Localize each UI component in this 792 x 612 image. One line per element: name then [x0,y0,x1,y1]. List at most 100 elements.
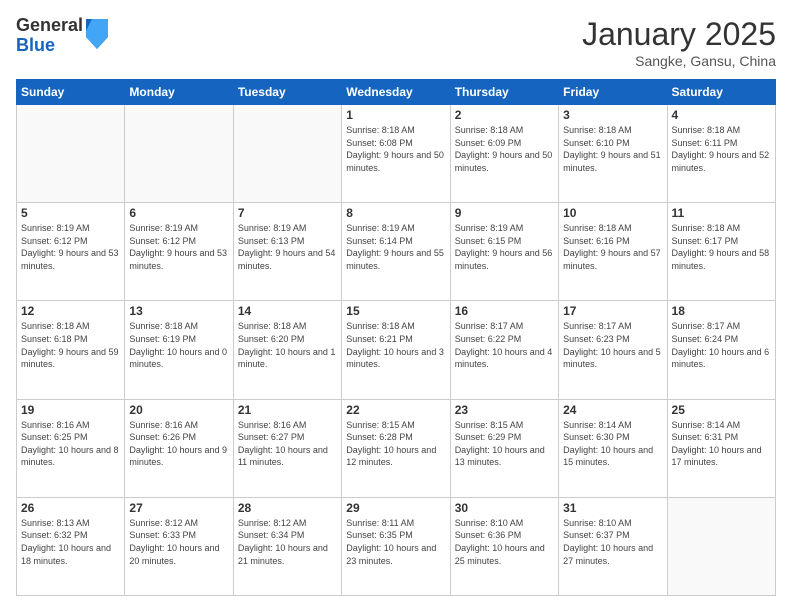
table-row: 6Sunrise: 8:19 AM Sunset: 6:12 PM Daylig… [125,203,233,301]
day-number: 15 [346,304,445,318]
table-row: 17 Sunrise: 8:17 AM Sunset: 6:23 PM Dayli… [559,301,667,399]
table-row: 3 Sunrise: 8:18 AM Sunset: 6:10 PM Daylig… [559,105,667,203]
day-number: 28 [238,501,337,515]
table-row [667,497,775,595]
table-row: 10Sunrise: 8:18 AM Sunset: 6:16 PM Dayli… [559,203,667,301]
table-row: 30Sunrise: 8:10 AM Sunset: 6:36 PM Dayli… [450,497,558,595]
day-number: 1 [346,108,445,122]
day-number: 11 [672,206,771,220]
table-row [17,105,125,203]
day-info: Sunrise: 8:13 AM Sunset: 6:32 PM Dayligh… [21,517,120,567]
day-info: Sunrise: 8:12 AM Sunset: 6:34 PM Dayligh… [238,517,337,567]
table-row: 22 Sunrise: 8:15 AM Sunset: 6:28 PM Dayli… [342,399,450,497]
header-thursday: Thursday [450,80,558,105]
day-info: Sunrise: 8:16 AM Sunset: 6:25 PM Dayligh… [21,419,120,469]
day-number: 10 [563,206,662,220]
day-info: Sunrise: 8:19 AM Sunset: 6:14 PM Dayligh… [346,222,445,272]
month-title: January 2025 [582,16,776,53]
day-info: Sunrise: 8:15 AM Sunset: 6:28 PM Dayligh… [346,419,445,469]
day-info: Sunrise: 8:10 AM Sunset: 6:36 PM Dayligh… [455,517,554,567]
table-row: 18 Sunrise: 8:17 AM Sunset: 6:24 PM Dayli… [667,301,775,399]
day-info: Sunrise: 8:11 AM Sunset: 6:35 PM Dayligh… [346,517,445,567]
day-info: Sunrise: 8:19 AM Sunset: 6:12 PM Dayligh… [129,222,228,272]
day-number: 17 [563,304,662,318]
day-number: 7 [238,206,337,220]
day-info: Sunrise: 8:18 AM Sunset: 6:18 PM Dayligh… [21,320,120,370]
table-row: 15 Sunrise: 8:18 AM Sunset: 6:21 PM Dayli… [342,301,450,399]
header-wednesday: Wednesday [342,80,450,105]
day-info: Sunrise: 8:18 AM Sunset: 6:21 PM Dayligh… [346,320,445,370]
day-number: 21 [238,403,337,417]
table-row: 14Sunrise: 8:18 AM Sunset: 6:20 PM Dayli… [233,301,341,399]
day-number: 12 [21,304,120,318]
day-info: Sunrise: 8:17 AM Sunset: 6:24 PM Dayligh… [672,320,771,370]
day-info: Sunrise: 8:17 AM Sunset: 6:23 PM Dayligh… [563,320,662,370]
table-row [233,105,341,203]
table-row: 9Sunrise: 8:19 AM Sunset: 6:15 PM Daylig… [450,203,558,301]
day-number: 26 [21,501,120,515]
calendar-week-row: 1Sunrise: 8:18 AM Sunset: 6:08 PM Daylig… [17,105,776,203]
day-info: Sunrise: 8:17 AM Sunset: 6:22 PM Dayligh… [455,320,554,370]
calendar-week-row: 19 Sunrise: 8:16 AM Sunset: 6:25 PM Dayli… [17,399,776,497]
table-row [125,105,233,203]
table-row: 29 Sunrise: 8:11 AM Sunset: 6:35 PM Dayli… [342,497,450,595]
day-number: 27 [129,501,228,515]
header: General Blue January 2025 Sangke, Gansu,… [16,16,776,69]
day-number: 18 [672,304,771,318]
logo-general: General [16,16,83,36]
table-row: 23 Sunrise: 8:15 AM Sunset: 6:29 PM Dayli… [450,399,558,497]
table-row: 13Sunrise: 8:18 AM Sunset: 6:19 PM Dayli… [125,301,233,399]
table-row: 20 Sunrise: 8:16 AM Sunset: 6:26 PM Dayli… [125,399,233,497]
logo-text: General Blue [16,16,83,56]
table-row: 7 Sunrise: 8:19 AM Sunset: 6:13 PM Daylig… [233,203,341,301]
logo-icon [86,19,108,54]
day-info: Sunrise: 8:14 AM Sunset: 6:31 PM Dayligh… [672,419,771,469]
day-number: 2 [455,108,554,122]
day-number: 9 [455,206,554,220]
calendar-header-row: Sunday Monday Tuesday Wednesday Thursday… [17,80,776,105]
day-info: Sunrise: 8:10 AM Sunset: 6:37 PM Dayligh… [563,517,662,567]
day-info: Sunrise: 8:18 AM Sunset: 6:11 PM Dayligh… [672,124,771,174]
day-number: 4 [672,108,771,122]
calendar-week-row: 12 Sunrise: 8:18 AM Sunset: 6:18 PM Dayli… [17,301,776,399]
day-number: 14 [238,304,337,318]
logo-blue: Blue [16,36,83,56]
header-saturday: Saturday [667,80,775,105]
header-sunday: Sunday [17,80,125,105]
table-row: 16 Sunrise: 8:17 AM Sunset: 6:22 PM Dayli… [450,301,558,399]
day-number: 5 [21,206,120,220]
day-number: 29 [346,501,445,515]
table-row: 2Sunrise: 8:18 AM Sunset: 6:09 PM Daylig… [450,105,558,203]
day-number: 3 [563,108,662,122]
day-info: Sunrise: 8:14 AM Sunset: 6:30 PM Dayligh… [563,419,662,469]
day-number: 19 [21,403,120,417]
day-number: 20 [129,403,228,417]
header-friday: Friday [559,80,667,105]
day-info: Sunrise: 8:19 AM Sunset: 6:13 PM Dayligh… [238,222,337,272]
table-row: 31Sunrise: 8:10 AM Sunset: 6:37 PM Dayli… [559,497,667,595]
day-number: 23 [455,403,554,417]
table-row: 1Sunrise: 8:18 AM Sunset: 6:08 PM Daylig… [342,105,450,203]
table-row: 27 Sunrise: 8:12 AM Sunset: 6:33 PM Dayli… [125,497,233,595]
table-row: 19 Sunrise: 8:16 AM Sunset: 6:25 PM Dayli… [17,399,125,497]
logo: General Blue [16,16,108,56]
title-block: January 2025 Sangke, Gansu, China [582,16,776,69]
day-info: Sunrise: 8:12 AM Sunset: 6:33 PM Dayligh… [129,517,228,567]
day-info: Sunrise: 8:15 AM Sunset: 6:29 PM Dayligh… [455,419,554,469]
day-info: Sunrise: 8:16 AM Sunset: 6:26 PM Dayligh… [129,419,228,469]
page: General Blue January 2025 Sangke, Gansu,… [0,0,792,612]
table-row: 25 Sunrise: 8:14 AM Sunset: 6:31 PM Dayli… [667,399,775,497]
day-number: 8 [346,206,445,220]
day-number: 22 [346,403,445,417]
day-info: Sunrise: 8:18 AM Sunset: 6:10 PM Dayligh… [563,124,662,174]
day-info: Sunrise: 8:19 AM Sunset: 6:12 PM Dayligh… [21,222,120,272]
table-row: 12 Sunrise: 8:18 AM Sunset: 6:18 PM Dayli… [17,301,125,399]
table-row: 28 Sunrise: 8:12 AM Sunset: 6:34 PM Dayli… [233,497,341,595]
day-number: 25 [672,403,771,417]
table-row: 11Sunrise: 8:18 AM Sunset: 6:17 PM Dayli… [667,203,775,301]
table-row: 24 Sunrise: 8:14 AM Sunset: 6:30 PM Dayli… [559,399,667,497]
calendar-table: Sunday Monday Tuesday Wednesday Thursday… [16,79,776,596]
table-row: 4 Sunrise: 8:18 AM Sunset: 6:11 PM Daylig… [667,105,775,203]
day-number: 16 [455,304,554,318]
day-number: 24 [563,403,662,417]
